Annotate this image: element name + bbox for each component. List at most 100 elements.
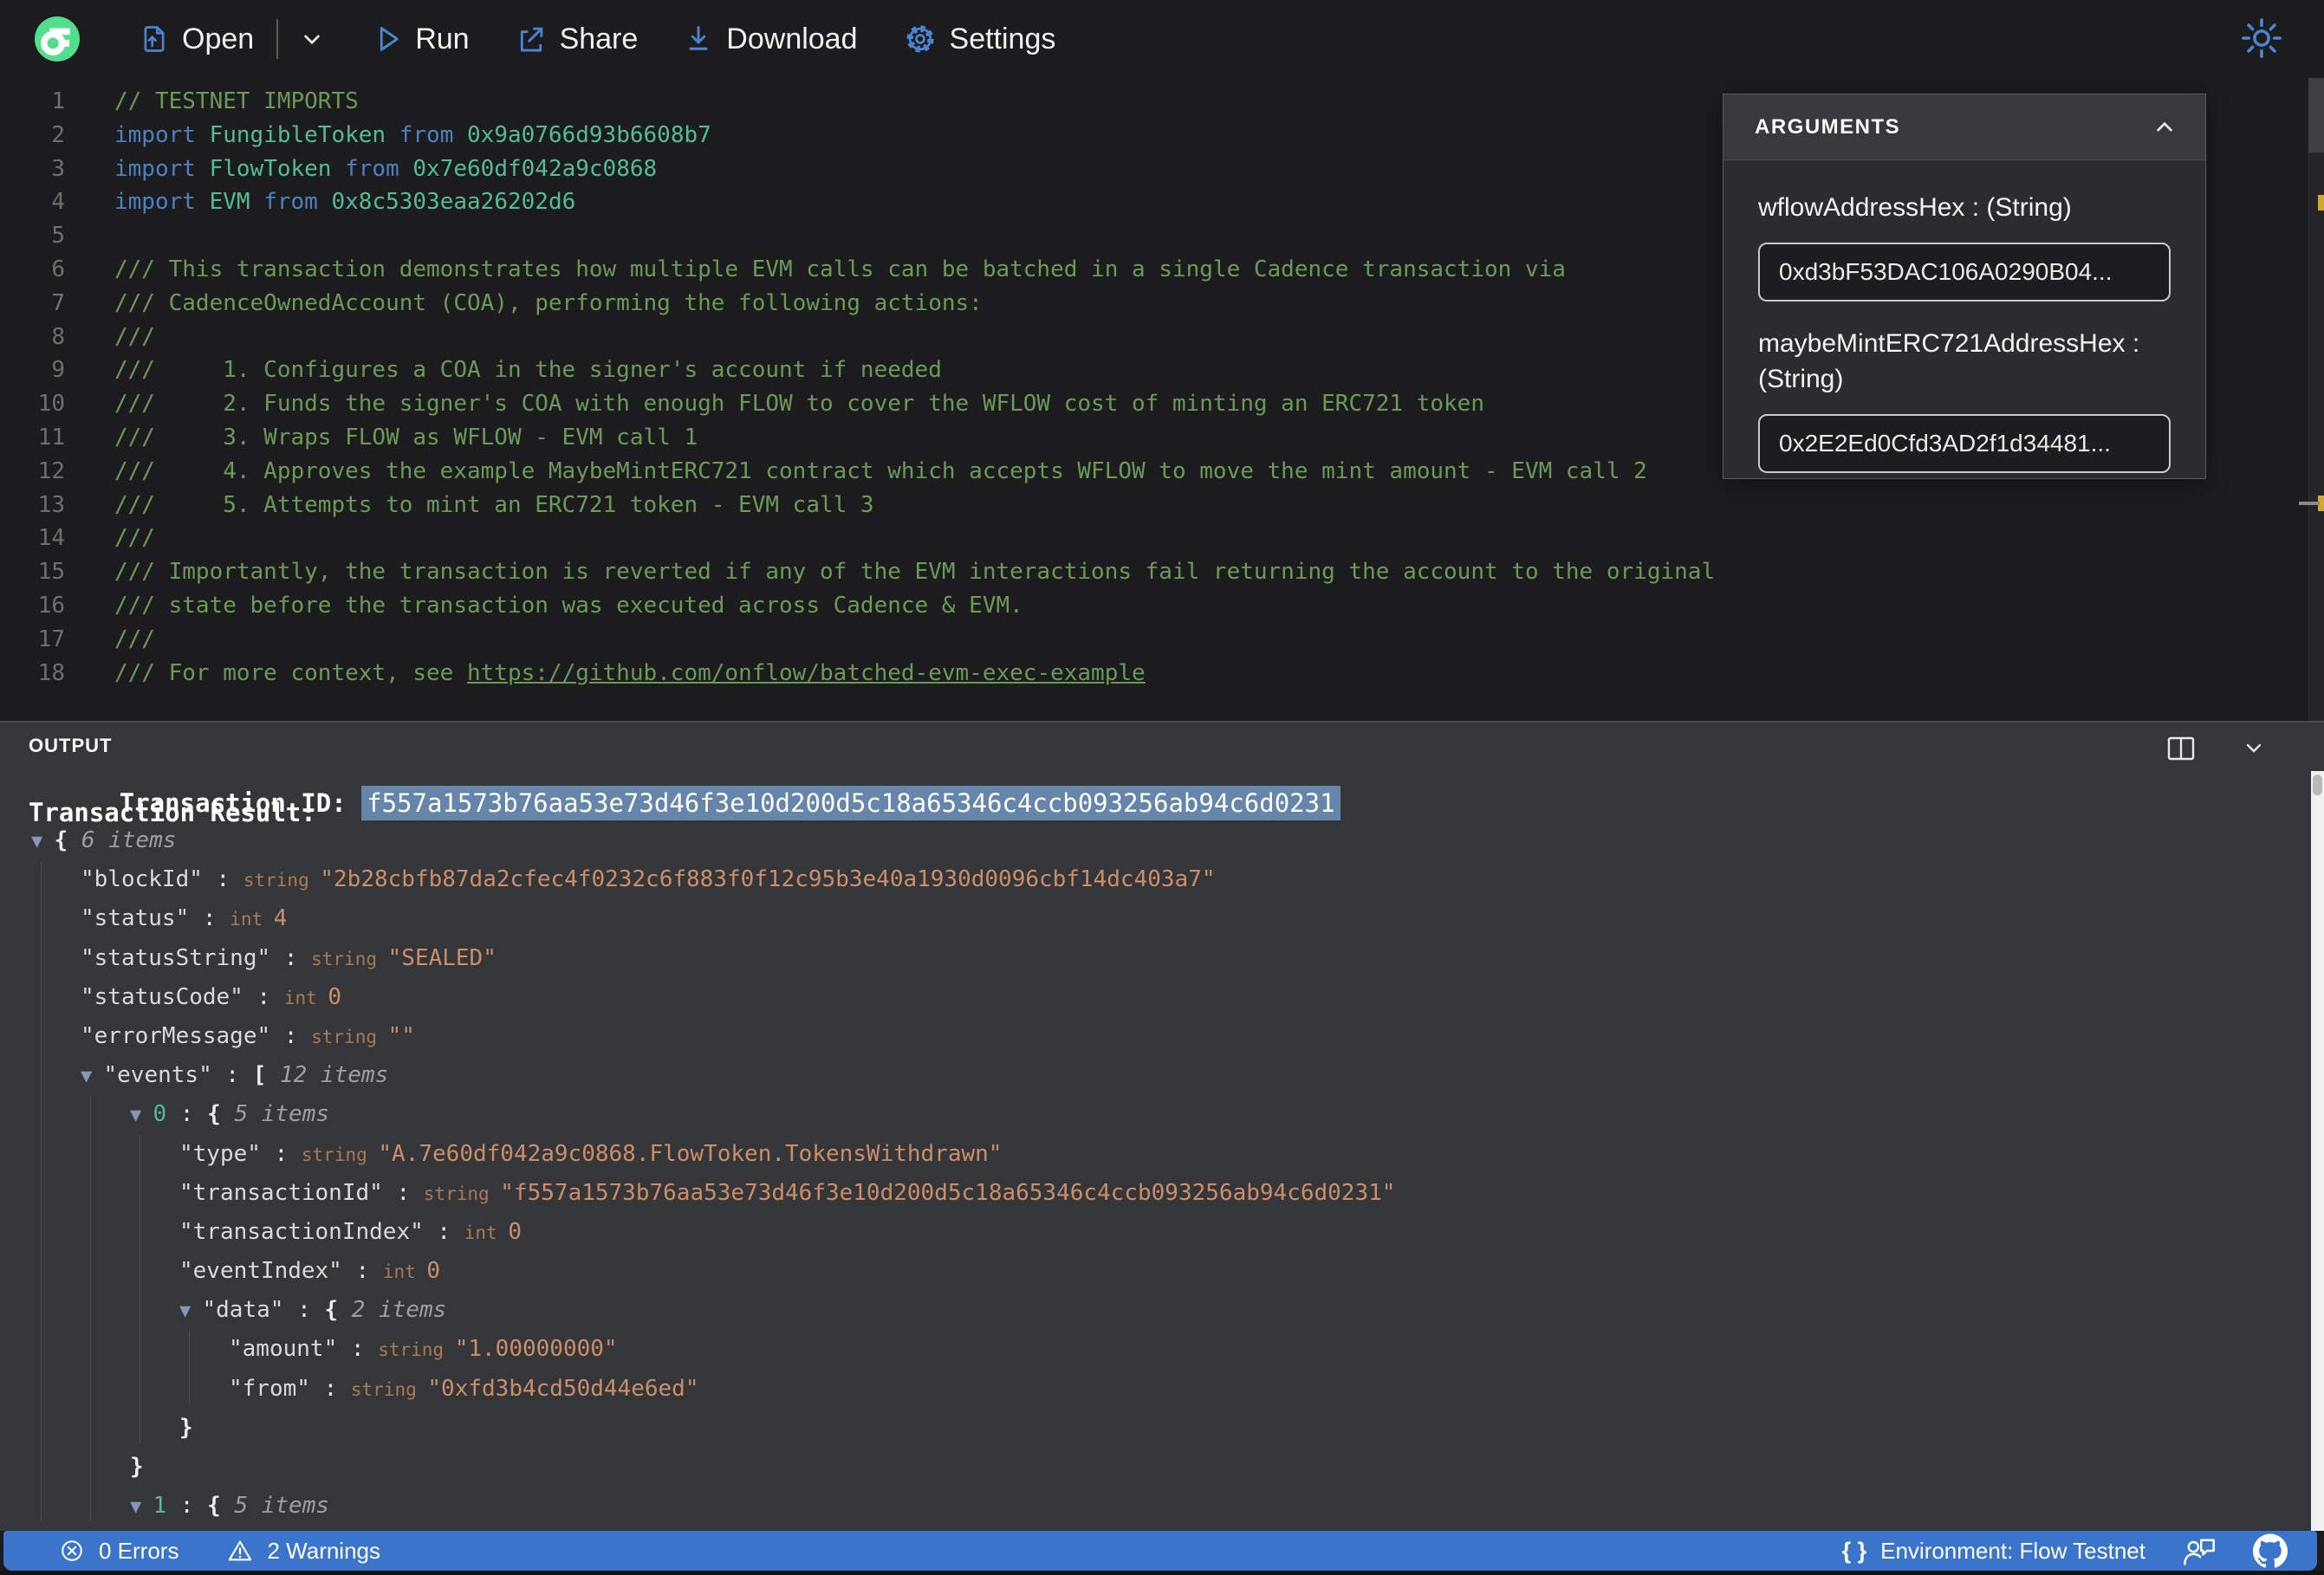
line-number: 1 xyxy=(51,88,65,114)
editor-scrollbar[interactable] xyxy=(2299,78,2324,721)
errors-count: 0 Errors xyxy=(99,1537,179,1564)
token-it: 6 items xyxy=(81,827,177,853)
code-line-text: // TESTNET IMPORTS xyxy=(65,85,359,119)
line-number: 13 xyxy=(37,491,65,518)
toolbar: Open Run Share Download Settings xyxy=(0,0,2324,78)
settings-button[interactable]: Settings xyxy=(903,22,1055,56)
flow-runner-app: Open Run Share Download Settings 1 // TE… xyxy=(0,0,2324,1575)
error-circle-icon xyxy=(62,1540,82,1561)
code-line-text: import FlowToken from 0x7e60df042a9c0868 xyxy=(65,152,657,186)
open-dropdown-button[interactable] xyxy=(297,24,327,54)
json-line: "statusString" : string "SEALED" xyxy=(0,939,2301,978)
token-ty: string xyxy=(378,1339,455,1361)
feedback-icon[interactable] xyxy=(2182,1534,2217,1567)
output-scrollbar-thumb[interactable] xyxy=(2313,775,2322,795)
code-line-text: /// This transaction demonstrates how mu… xyxy=(65,253,1566,287)
chevron-up-icon[interactable] xyxy=(2150,113,2179,142)
collapse-toggle[interactable]: ▼ xyxy=(179,1300,203,1322)
maybe-mint-erc721-address-input[interactable] xyxy=(1758,414,2171,473)
editor-scrollbar-thumb[interactable] xyxy=(2308,78,2324,152)
output-panel: OUTPUT Transaction ID: f557a1573b76aa53e… xyxy=(0,723,2324,1531)
theme-toggle-button[interactable] xyxy=(2239,16,2284,65)
token-c: /// 3. Wraps FLOW as WFLOW - EVM call 1 xyxy=(114,424,698,450)
run-play-icon xyxy=(380,27,399,51)
token-key: "transactionIndex" xyxy=(179,1218,424,1245)
token-c: /// For more context, see xyxy=(114,659,467,686)
code-line-text: /// 5. Attempts to mint an ERC721 token … xyxy=(65,489,874,522)
code-line-text: /// 2. Funds the signer's COA with enoug… xyxy=(65,387,1484,421)
token-key: "type" xyxy=(179,1140,261,1167)
json-line: ▼ { 6 items xyxy=(0,821,2301,860)
code-line-text: /// 4. Approves the example MaybeMintERC… xyxy=(65,455,1647,489)
transaction-id-value[interactable]: f557a1573b76aa53e73d46f3e10d200d5c18a653… xyxy=(361,786,1341,820)
collapse-output-chevron-icon[interactable] xyxy=(2239,735,2269,762)
code-line[interactable]: 17 /// xyxy=(0,623,2324,657)
line-number: 2 xyxy=(51,121,65,148)
warning-marker xyxy=(2318,195,2324,211)
token-it: 12 items xyxy=(280,1062,389,1089)
open-file-icon xyxy=(144,26,165,52)
collapse-toggle[interactable]: ▼ xyxy=(130,1496,153,1518)
json-line: "statusCode" : int 0 xyxy=(0,978,2301,1017)
environment-status[interactable]: { } Environment: Flow Testnet xyxy=(1842,1538,2145,1565)
token-key: "statusString" xyxy=(81,944,271,971)
token-pn: : xyxy=(189,905,230,932)
token-key: "from" xyxy=(229,1375,310,1402)
token-pn: : xyxy=(283,1297,325,1324)
wflow-address-input[interactable] xyxy=(1758,243,2171,301)
line-number: 3 xyxy=(51,155,65,182)
line-number: 11 xyxy=(37,424,65,450)
token-t: FungibleToken xyxy=(209,121,399,148)
open-button[interactable]: Open xyxy=(139,23,254,56)
line-number: 5 xyxy=(51,223,65,250)
token-t: 0x8c5303eaa26202d6 xyxy=(331,189,576,216)
line-number: 15 xyxy=(37,559,65,586)
code-line-text: /// Importantly, the transaction is reve… xyxy=(65,555,1715,589)
warnings-status[interactable]: 2 Warnings xyxy=(227,1538,380,1565)
sun-icon xyxy=(2242,18,2282,58)
token-pn: : xyxy=(309,1375,351,1402)
json-line: "status" : int 4 xyxy=(0,899,2301,938)
token-pn: : xyxy=(243,983,284,1010)
token-key: "transactionId" xyxy=(179,1179,383,1206)
code-line-text: /// xyxy=(65,623,155,657)
collapse-toggle[interactable]: ▼ xyxy=(31,831,55,852)
run-button[interactable]: Run xyxy=(372,23,470,56)
token-pn: : xyxy=(202,866,243,893)
token-c: /// 2. Funds the signer's COA with enoug… xyxy=(114,391,1484,418)
token-ty: string xyxy=(311,1026,388,1047)
code-line[interactable]: 15 /// Importantly, the transaction is re… xyxy=(0,555,2324,589)
line-number: 12 xyxy=(37,457,65,484)
code-line[interactable]: 14 /// xyxy=(0,522,2324,555)
output-title: OUTPUT xyxy=(29,735,113,756)
json-line: } xyxy=(0,1409,2301,1448)
json-line: "errorMessage" : string "" xyxy=(0,1017,2301,1056)
download-label: Download xyxy=(726,22,858,55)
errors-status[interactable]: 0 Errors xyxy=(59,1538,179,1565)
collapse-toggle[interactable]: ▼ xyxy=(130,1105,153,1126)
token-pn: : xyxy=(166,1101,208,1128)
token-c: /// xyxy=(114,525,155,552)
share-button[interactable]: Share xyxy=(515,23,638,56)
token-nm: 0 xyxy=(508,1218,522,1245)
code-link[interactable]: https://github.com/onflow/batched-evm-ex… xyxy=(467,660,1146,686)
token-k: from xyxy=(263,189,332,216)
code-line-text: /// xyxy=(65,522,155,555)
split-view-icon[interactable] xyxy=(2166,735,2196,762)
chevron-down-icon xyxy=(304,35,321,45)
share-icon xyxy=(520,27,542,52)
output-scrollbar[interactable] xyxy=(2311,771,2324,1531)
collapse-toggle[interactable]: ▼ xyxy=(81,1066,104,1087)
json-line: "from" : string "0xfd3b4cd50d44e6ed" xyxy=(0,1370,2301,1409)
token-br: { xyxy=(54,827,81,853)
token-ty: int xyxy=(230,909,274,930)
code-line[interactable]: 18/// For more context, see https://gith… xyxy=(0,657,2324,690)
arguments-panel-header[interactable]: ARGUMENTS xyxy=(1724,94,2205,160)
warning-triangle-icon xyxy=(229,1540,252,1561)
token-st: "0xfd3b4cd50d44e6ed" xyxy=(427,1375,699,1402)
github-icon[interactable] xyxy=(2253,1533,2288,1568)
code-line[interactable]: 16 /// state before the transaction was e… xyxy=(0,589,2324,623)
token-k: import xyxy=(114,189,210,216)
token-key: "status" xyxy=(81,905,190,932)
download-button[interactable]: Download xyxy=(683,22,858,56)
